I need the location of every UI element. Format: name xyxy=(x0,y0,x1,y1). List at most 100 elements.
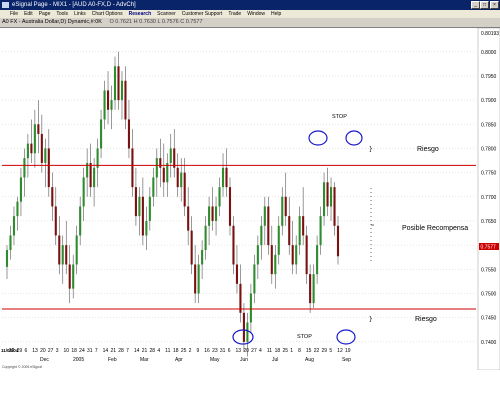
date-tick-label: 28 xyxy=(118,348,124,354)
candle-body xyxy=(51,187,54,207)
candle-body xyxy=(197,264,200,294)
menu-tools[interactable]: Tools xyxy=(56,10,68,18)
candle-body xyxy=(103,90,106,120)
candle-body xyxy=(9,235,12,250)
menu-page[interactable]: Page xyxy=(39,10,51,18)
candle-body xyxy=(246,322,249,342)
price-tick-label: 0.7750 xyxy=(481,171,497,177)
date-tick-label: 20 xyxy=(243,348,249,354)
menu-scanner[interactable]: Scanner xyxy=(157,10,176,18)
date-tick-label: 18 xyxy=(173,348,179,354)
candle-body xyxy=(152,177,155,197)
date-tick-label: 2 xyxy=(189,348,192,354)
window-titlebar: eSignal Page - MIX1 - [AUD A0-FX,D - Adv… xyxy=(0,0,500,10)
price-tick-label: 0.7500 xyxy=(481,291,497,297)
candle-body xyxy=(117,66,120,101)
window-title: eSignal Page - MIX1 - [AUD A0-FX,D - Adv… xyxy=(12,2,136,8)
candle-body xyxy=(127,119,130,149)
candle-body xyxy=(93,167,96,188)
menu-window[interactable]: Window xyxy=(247,10,265,18)
candle-body xyxy=(5,249,9,267)
date-tick-label: 13 xyxy=(236,348,242,354)
candle-body xyxy=(190,230,193,265)
date-tick-label: 14 xyxy=(134,348,140,354)
candle-body xyxy=(47,148,50,188)
candle-body xyxy=(305,235,308,275)
month-label: Apr xyxy=(175,357,183,363)
date-tick-label: 9 xyxy=(196,348,199,354)
price-tick-label: 0.7850 xyxy=(481,122,497,128)
menu-research[interactable]: Research xyxy=(129,10,152,18)
price-tick-label: 0.7950 xyxy=(481,74,497,80)
price-tick-label: 0.7800 xyxy=(481,146,497,152)
date-tick-label: 27 xyxy=(251,348,257,354)
ohlc-readout: O 0.7621 H 0.7630 L 0.7576 C 0.7577 xyxy=(109,19,203,25)
date-tick-label: 7 xyxy=(126,348,129,354)
candle-body xyxy=(228,187,232,226)
chart-symbol-title: A0 FX - Australia Dollar,D) Dynamic,#:0K… xyxy=(2,19,203,25)
candle-body xyxy=(159,158,162,168)
month-label: Jul xyxy=(272,357,278,363)
date-tick-label: 19 xyxy=(345,348,351,354)
menu-file[interactable]: File xyxy=(10,10,18,18)
date-tick-label: 29 xyxy=(322,348,328,354)
date-tick-label: 28 xyxy=(150,348,156,354)
candle-body xyxy=(329,187,333,207)
candle-body xyxy=(242,312,245,342)
date-tick-label: 22 xyxy=(314,348,320,354)
riesgo-bottom-label: Riesgo xyxy=(415,316,437,323)
menu-trade[interactable]: Trade xyxy=(228,10,241,18)
candle-body xyxy=(54,206,57,236)
close-button[interactable]: × xyxy=(490,1,499,9)
date-tick-label: 4 xyxy=(259,348,262,354)
candle-body xyxy=(65,245,68,265)
menu-chart-options[interactable]: Chart Options xyxy=(92,10,123,18)
candle-body xyxy=(274,254,277,275)
price-tick-label: 0.7450 xyxy=(481,316,497,322)
candle-body xyxy=(323,182,326,217)
candle-body xyxy=(169,148,172,163)
candle-body xyxy=(155,158,158,178)
date-tick-label: 18 xyxy=(71,348,77,354)
date-tick-label: 6 xyxy=(228,348,231,354)
candle-body xyxy=(72,264,75,289)
price-chart[interactable]: 0.74000.74500.75000.75500.76000.76500.77… xyxy=(0,28,500,370)
maximize-button[interactable]: □ xyxy=(480,1,489,9)
menu-links[interactable]: Links xyxy=(74,10,86,18)
date-tick-label: 21 xyxy=(110,348,116,354)
menu-help[interactable]: Help xyxy=(271,10,281,18)
menu-bar: File Edit Page Tools Links Chart Options… xyxy=(0,10,500,27)
bracket-riesgo-top: } xyxy=(369,146,373,153)
bracket-riesgo-top-1: } xyxy=(369,146,373,153)
candle-body xyxy=(208,206,211,226)
month-label: Feb xyxy=(108,357,117,363)
candle-body xyxy=(145,220,148,236)
date-tick-label: 25 xyxy=(181,348,187,354)
candle-body xyxy=(12,216,16,236)
date-tick-label: 4 xyxy=(157,348,160,354)
minimize-button[interactable]: _ xyxy=(471,1,480,9)
date-tick-label: 20 xyxy=(40,348,46,354)
candle-body xyxy=(298,216,301,246)
candle-body xyxy=(124,80,127,120)
date-tick-label: 14 xyxy=(103,348,109,354)
menu-edit[interactable]: Edit xyxy=(24,10,33,18)
chart-title-text: A0 FX - Australia Dollar,D) Dynamic,#:0K xyxy=(2,19,102,25)
date-tick-label: 5 xyxy=(329,348,332,354)
candle-body xyxy=(249,293,252,323)
candle-body xyxy=(187,206,190,231)
price-tick-label: 0.7400 xyxy=(481,340,497,346)
chart-plot-background xyxy=(0,28,478,370)
candle-body xyxy=(302,216,305,236)
candle-body xyxy=(33,124,36,154)
menu-customer-support[interactable]: Customer Support xyxy=(182,10,223,18)
candle-body xyxy=(68,264,71,289)
date-tick-label: 11 xyxy=(165,348,170,354)
candle-body xyxy=(148,196,151,221)
candle-body xyxy=(120,80,124,101)
candle-body xyxy=(26,143,29,159)
date-tick-label: 13 xyxy=(32,348,38,354)
candle-body xyxy=(82,177,85,207)
candle-body xyxy=(61,245,64,265)
candle-body xyxy=(100,119,103,149)
